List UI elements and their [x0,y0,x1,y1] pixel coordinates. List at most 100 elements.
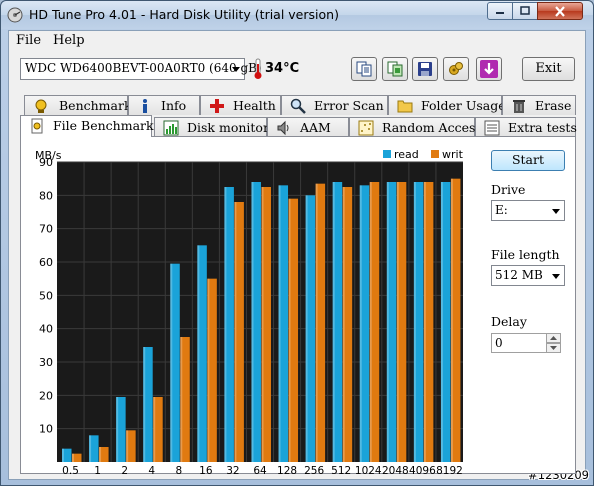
thermometer-icon [254,58,262,79]
save-button[interactable] [412,57,438,81]
options-button[interactable] [443,57,469,81]
minimize-button[interactable] [487,2,513,20]
close-button[interactable] [537,2,583,20]
title-bar[interactable]: HD Tune Pro 4.01 - Hard Disk Utility (tr… [1,1,593,29]
maximize-button[interactable] [512,2,538,20]
menu-help-label: Help [53,33,85,48]
y-tick-label: 50 [39,289,53,302]
bar-highlight-read-32 [224,187,227,462]
y-tick-label: 70 [39,223,53,236]
copy-text-button[interactable] [351,57,377,81]
bar-highlight-read-64 [251,182,254,462]
x-tick-label: 512 [331,465,351,475]
start-button[interactable]: Start [491,150,565,171]
chevron-up-icon [550,336,557,340]
erase-icon [513,100,525,113]
save-icon [418,62,432,76]
window-title: HD Tune Pro 4.01 - Hard Disk Utility (tr… [29,7,339,22]
close-icon [555,5,565,17]
bar-highlight-read-0.5 [62,448,64,462]
bar-highlight-write-2 [126,430,129,462]
x-tick-label: 128 [277,465,297,475]
tab-disk-monitor[interactable]: Disk monitor [154,117,269,137]
tab-file-benchmark[interactable]: File Benchmark [20,115,154,137]
error-scan-icon [290,98,306,114]
bar-highlight-read-4 [143,347,146,462]
bar-highlight-write-512 [342,187,345,462]
x-tick-label: 256 [304,465,324,475]
stepper-down-button[interactable] [546,343,561,353]
download-button[interactable] [476,57,502,81]
x-tick-label: 64 [253,465,267,475]
tab-benchmark-label: Benchmark [59,98,132,113]
x-tick-label: 4 [148,465,155,475]
menu-file[interactable]: File [16,33,41,48]
bar-highlight-write-2048 [396,182,399,462]
menu-bar: File Help [9,31,585,51]
benchmark-chart-svg: 102030405060708090MB/sreadwrite0.5124816… [35,148,470,477]
tab-info[interactable]: Info [128,95,200,115]
delay-value: 0 [495,336,503,350]
tab-health[interactable]: Health [200,95,281,115]
x-tick-label: 2 [121,465,128,475]
tab-random-access[interactable]: Random Access [349,117,482,137]
drive-dropdown[interactable]: WDC WD6400BEVT-00A0RT0 (640 gB) [20,58,262,80]
file-length-value: 512 MB [495,268,543,282]
tab-erase[interactable]: Erase [502,95,576,115]
options-icon [449,62,463,75]
bar-highlight-read-1 [89,435,92,462]
bar-highlight-read-2048 [386,182,389,462]
y-tick-label: 20 [39,389,53,402]
bar-highlight-write-0.5 [72,453,74,462]
tab-folder-usage[interactable]: Folder Usage [388,95,506,115]
file-benchmark-icon [31,118,43,134]
copy-screenshot-icon [387,61,403,77]
file-length-label: File length [491,247,560,262]
bar-highlight-write-32 [234,202,237,462]
y-tick-label: 40 [39,323,53,336]
drive-dropdown-value: WDC WD6400BEVT-00A0RT0 (640 gB) [25,61,262,75]
bar-highlight-read-256 [305,195,308,463]
copy-text-icon [356,61,372,77]
bar-highlight-read-8 [170,263,173,462]
bar-highlight-write-1024 [369,182,372,462]
delay-label: Delay [491,314,527,329]
file-length-select[interactable]: 512 MB [491,265,565,286]
bar-highlight-write-8 [180,337,183,462]
tab-aam[interactable]: AAM [267,117,349,137]
tab-error-scan[interactable]: Error Scan [281,95,388,115]
stepper-up-button[interactable] [546,333,561,343]
info-icon [143,99,147,113]
bar-highlight-read-128 [278,185,281,463]
bar-highlight-read-2 [116,397,119,462]
chevron-down-icon [232,67,240,72]
start-button-label: Start [511,152,545,167]
benchmark-icon [35,99,47,113]
tab-benchmark[interactable]: Benchmark [24,95,132,115]
health-icon [210,99,224,113]
tab-extra-tests[interactable]: Extra tests [475,117,577,137]
bar-highlight-write-4 [153,397,156,462]
legend-label-write: write [442,148,463,161]
chevron-down-icon [552,274,560,279]
tab-aam-label: AAM [300,120,331,135]
exit-button-label: Exit [535,61,562,76]
legend-swatch-read [383,150,391,158]
exit-button[interactable]: Exit [522,57,575,81]
benchmark-chart: 102030405060708090MB/sreadwrite0.5124816… [31,147,470,477]
app-icon [7,7,23,23]
bar-highlight-read-512 [332,182,335,462]
delay-input[interactable]: 0 [491,333,547,353]
delay-stepper[interactable] [546,333,561,353]
drive-letter-select[interactable]: E: [491,200,565,221]
bar-highlight-read-1024 [359,185,362,463]
x-tick-label: 0.5 [62,465,79,475]
legend-swatch-write [431,150,439,158]
copy-screenshot-button[interactable] [382,57,408,81]
file-benchmark-panel: 102030405060708090MB/sreadwrite0.5124816… [20,136,576,477]
legend-label-read: read [394,148,419,161]
tab-health-label: Health [233,98,276,113]
menu-help[interactable]: Help [53,33,85,48]
toolbar: WDC WD6400BEVT-00A0RT0 (640 gB) 34°C Exi… [9,51,585,89]
y-tick-label: 10 [39,423,53,436]
